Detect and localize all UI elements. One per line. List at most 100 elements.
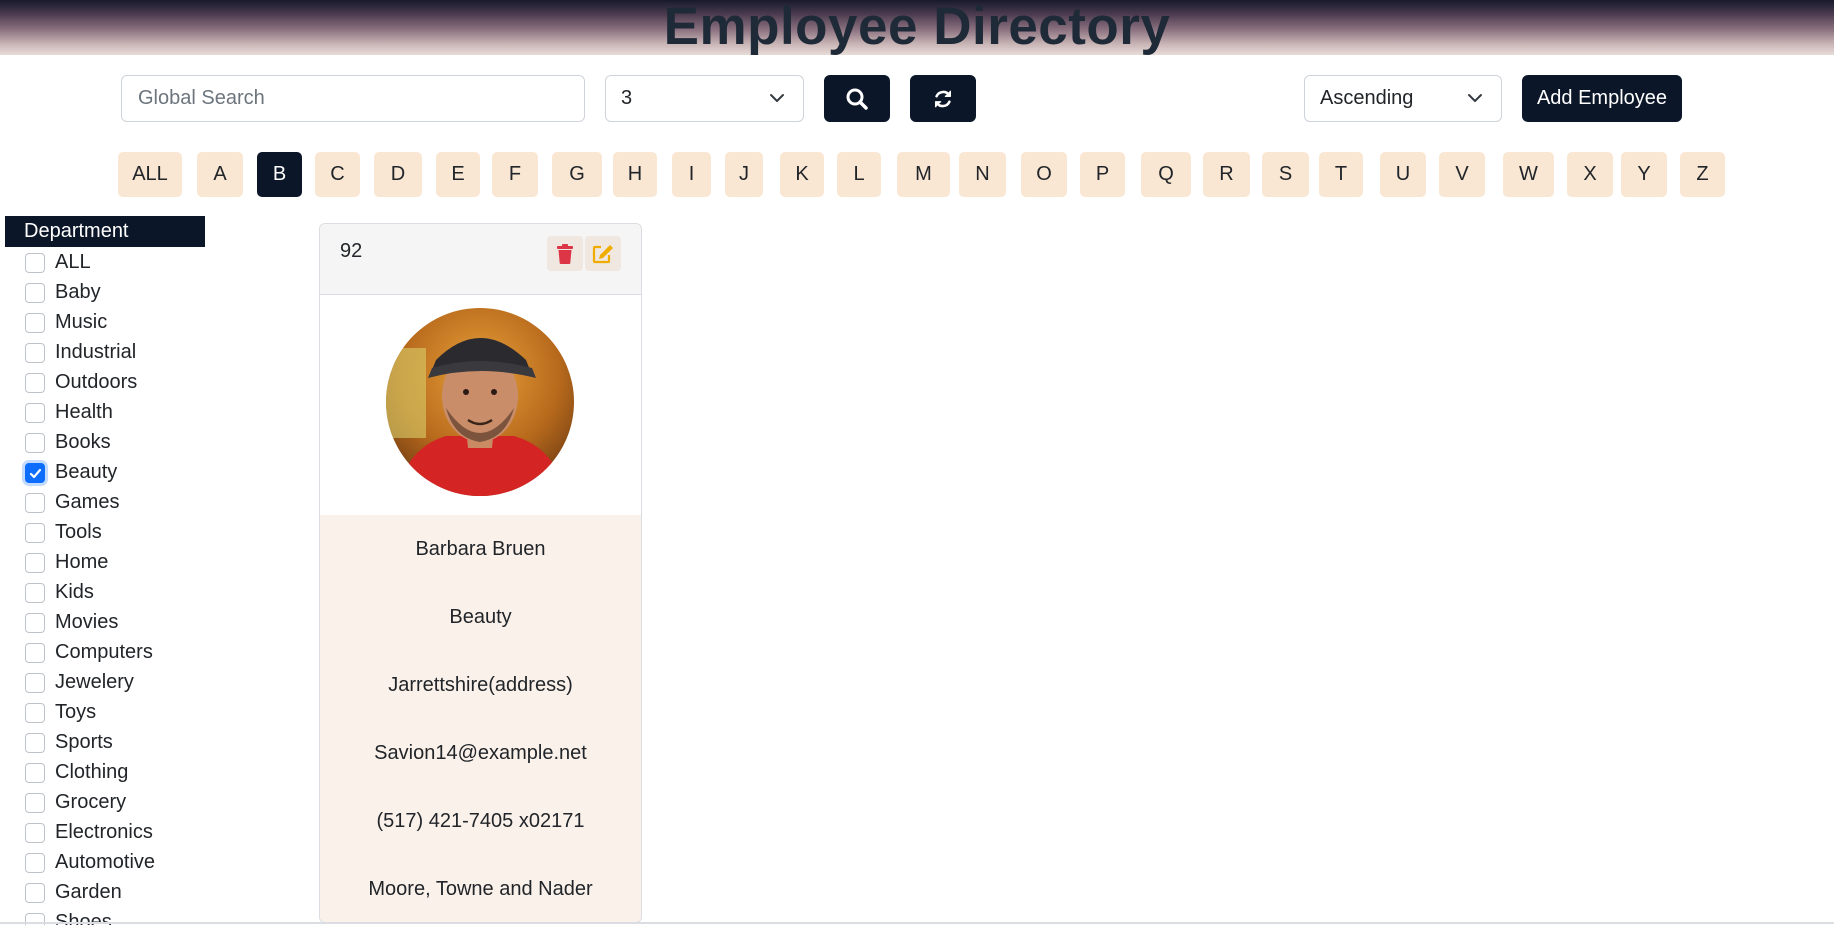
card-details: Barbara Bruen Beauty Jarrettshire(addres… (320, 515, 641, 922)
department-option-kids[interactable]: Kids (5, 577, 255, 607)
card-header: 92 (320, 224, 641, 295)
department-option-outdoors[interactable]: Outdoors (5, 367, 255, 397)
department-checkbox[interactable] (25, 643, 45, 663)
delete-button[interactable] (547, 236, 583, 271)
department-checkbox[interactable] (25, 883, 45, 903)
department-checkbox[interactable] (25, 673, 45, 693)
department-checkbox[interactable] (25, 523, 45, 543)
department-option-music[interactable]: Music (5, 307, 255, 337)
letter-filter-z[interactable]: Z (1680, 152, 1725, 197)
department-checkbox[interactable] (25, 433, 45, 453)
letter-filter-g[interactable]: G (552, 152, 602, 197)
department-option-beauty[interactable]: Beauty (5, 457, 255, 487)
department-option-clothing[interactable]: Clothing (5, 757, 255, 787)
add-employee-button[interactable]: Add Employee (1522, 75, 1682, 122)
department-checkbox[interactable] (25, 763, 45, 783)
letter-filter-w[interactable]: W (1503, 152, 1554, 197)
department-label: Toys (55, 701, 97, 723)
department-label: Music (55, 311, 108, 333)
page-size-select[interactable]: 3 (605, 75, 804, 122)
chevron-down-icon (1468, 94, 1482, 102)
department-option-automotive[interactable]: Automotive (5, 847, 255, 877)
department-option-all[interactable]: ALL (5, 247, 255, 277)
department-label: Industrial (55, 341, 137, 363)
letter-filter-l[interactable]: L (837, 152, 881, 197)
sort-order-select[interactable]: Ascending (1304, 75, 1502, 122)
letter-filter-h[interactable]: H (613, 152, 657, 197)
sort-order-value: Ascending (1320, 87, 1414, 109)
letter-filter-a[interactable]: A (197, 152, 243, 197)
department-option-tools[interactable]: Tools (5, 517, 255, 547)
search-icon (846, 88, 868, 110)
letter-filter-j[interactable]: J (725, 152, 763, 197)
department-option-books[interactable]: Books (5, 427, 255, 457)
letter-filter-d[interactable]: D (374, 152, 422, 197)
department-checkbox[interactable] (25, 823, 45, 843)
department-checkbox[interactable] (25, 493, 45, 513)
department-label: Sports (55, 731, 113, 753)
checkmark-icon (29, 468, 42, 479)
department-checkbox[interactable] (25, 373, 45, 393)
letter-filter-i[interactable]: I (672, 152, 711, 197)
letter-filter-e[interactable]: E (436, 152, 480, 197)
letter-filter-u[interactable]: U (1380, 152, 1426, 197)
department-checkbox[interactable] (25, 613, 45, 633)
employee-email: Savion14@example.net (374, 741, 587, 764)
department-checkbox[interactable] (25, 703, 45, 723)
page-header: Employee Directory (0, 0, 1834, 55)
department-option-movies[interactable]: Movies (5, 607, 255, 637)
department-label: Health (55, 401, 113, 423)
department-option-industrial[interactable]: Industrial (5, 337, 255, 367)
department-checkbox[interactable] (25, 403, 45, 423)
letter-filter-b[interactable]: B (257, 152, 302, 197)
department-checkbox[interactable] (25, 463, 45, 483)
letter-filter-r[interactable]: R (1203, 152, 1250, 197)
global-search-input[interactable] (121, 75, 585, 122)
letter-filter-t[interactable]: T (1319, 152, 1363, 197)
search-button[interactable] (824, 75, 890, 122)
department-checkbox[interactable] (25, 283, 45, 303)
department-label: Baby (55, 281, 101, 303)
employee-department: Beauty (449, 605, 512, 628)
edit-button[interactable] (585, 236, 621, 271)
department-option-home[interactable]: Home (5, 547, 255, 577)
letter-filter-k[interactable]: K (780, 152, 824, 197)
employee-name: Barbara Bruen (415, 537, 546, 560)
department-option-computers[interactable]: Computers (5, 637, 255, 667)
department-checkbox[interactable] (25, 583, 45, 603)
department-option-toys[interactable]: Toys (5, 697, 255, 727)
department-checkbox[interactable] (25, 253, 45, 273)
department-option-electronics[interactable]: Electronics (5, 817, 255, 847)
employee-address: Jarrettshire(address) (388, 673, 573, 696)
letter-filter-m[interactable]: M (897, 152, 950, 197)
department-option-sports[interactable]: Sports (5, 727, 255, 757)
department-checkbox[interactable] (25, 853, 45, 873)
department-option-jewelery[interactable]: Jewelery (5, 667, 255, 697)
letter-filter-x[interactable]: X (1567, 152, 1613, 197)
letter-filter-s[interactable]: S (1262, 152, 1309, 197)
department-checkbox[interactable] (25, 793, 45, 813)
department-checkbox[interactable] (25, 313, 45, 333)
department-checkbox[interactable] (25, 733, 45, 753)
letter-filter-y[interactable]: Y (1621, 152, 1667, 197)
refresh-button[interactable] (910, 75, 976, 122)
letter-filter-q[interactable]: Q (1141, 152, 1191, 197)
letter-filter-o[interactable]: O (1021, 152, 1067, 197)
department-checkbox[interactable] (25, 553, 45, 573)
toolbar: 3 Ascending Add Employee (0, 75, 1834, 123)
page-title: Employee Directory (663, 0, 1171, 55)
department-option-grocery[interactable]: Grocery (5, 787, 255, 817)
department-option-games[interactable]: Games (5, 487, 255, 517)
department-option-baby[interactable]: Baby (5, 277, 255, 307)
department-checkbox[interactable] (25, 343, 45, 363)
department-label: Garden (55, 881, 122, 903)
department-option-health[interactable]: Health (5, 397, 255, 427)
letter-filter-v[interactable]: V (1439, 152, 1485, 197)
letter-filter-f[interactable]: F (492, 152, 538, 197)
letter-filter-all[interactable]: ALL (118, 152, 182, 197)
letter-filter-n[interactable]: N (959, 152, 1006, 197)
letter-filter-c[interactable]: C (315, 152, 360, 197)
letter-filter-p[interactable]: P (1080, 152, 1125, 197)
department-option-garden[interactable]: Garden (5, 877, 255, 907)
department-label: Movies (55, 611, 119, 633)
